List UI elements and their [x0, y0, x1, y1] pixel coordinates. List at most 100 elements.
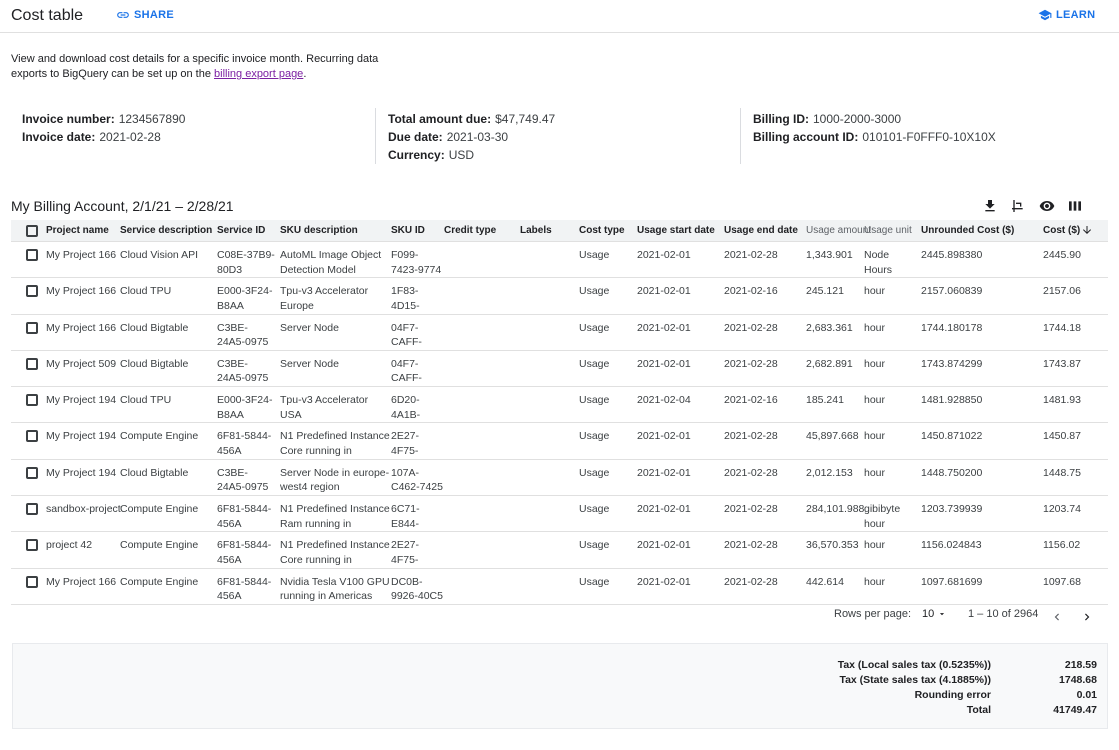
col-credit-type[interactable]: Credit type: [444, 224, 496, 239]
top-bar: Cost table SHARE LEARN: [0, 0, 1119, 33]
table-row[interactable]: sandbox-project Compute Engine 6F81-5844-4…: [11, 496, 1108, 533]
learn-button[interactable]: LEARN: [1038, 8, 1095, 22]
cell-service-id: 6F81-5844-456A: [217, 503, 272, 530]
table-row[interactable]: My Project 194 Compute Engine 6F81-5844-45…: [11, 423, 1108, 460]
cell-usage-amount: 284,101.988: [806, 503, 865, 516]
cell-usage-start-date: 2021-02-01: [637, 466, 691, 479]
cell-project-name: My Project 166: [46, 285, 117, 298]
cell-usage-unit: hour: [864, 394, 886, 407]
previous-page-icon[interactable]: [1050, 610, 1064, 624]
col-usage-amount[interactable]: Usage amount: [806, 224, 871, 239]
columns-icon[interactable]: [1067, 198, 1083, 214]
share-label: SHARE: [134, 9, 175, 21]
tax-state-label: Tax (State sales tax (4.1885%)): [839, 674, 991, 686]
cell-cost: 2445.90: [1043, 249, 1081, 261]
row-checkbox[interactable]: [26, 321, 38, 334]
cell-usage-unit: hour: [864, 466, 886, 479]
col-usage-end-date[interactable]: Usage end date: [724, 224, 798, 239]
cell-unrounded-cost: 1156.024843: [921, 539, 982, 552]
rows-per-page-select[interactable]: 10: [922, 608, 947, 620]
cell-cost: 1448.75: [1043, 466, 1081, 479]
pagination-range: 1 – 10 of 2964: [968, 608, 1039, 620]
col-sku-description[interactable]: SKU description: [280, 224, 358, 239]
table-row[interactable]: My Project 166 Compute Engine 6F81-5844-45…: [11, 569, 1108, 605]
billing-account-id-label: Billing account ID:: [753, 130, 859, 144]
row-checkbox[interactable]: [26, 394, 38, 407]
cell-cost: 1743.87: [1043, 357, 1081, 370]
amount-summary: Total amount due: $47,749.47 Due date: 202…: [388, 110, 555, 164]
cell-project-name: project 42: [46, 539, 93, 552]
select-all-checkbox[interactable]: [26, 225, 38, 237]
rounding-error-row: Rounding error 0.01: [13, 689, 1109, 704]
cell-cost-type: Usage: [579, 394, 610, 407]
cell-project-name: My Project 166: [46, 249, 117, 261]
tax-local-label: Tax (Local sales tax (0.5235%)): [837, 659, 991, 671]
cell-usage-unit: gibibyte hour: [864, 503, 901, 530]
share-button[interactable]: SHARE: [116, 8, 174, 22]
download-icon[interactable]: [982, 198, 998, 214]
totals-panel: Tax (Local sales tax (0.5235%)) 218.59 T…: [12, 643, 1108, 729]
cell-unrounded-cost: 1450.871022: [921, 430, 983, 443]
col-usage-unit[interactable]: Usage unit: [864, 224, 912, 239]
cell-usage-end-date: 2021-02-28: [724, 357, 778, 370]
currency: USD: [448, 148, 475, 162]
row-checkbox[interactable]: [26, 249, 38, 261]
cell-usage-amount: 2,683.361: [806, 321, 853, 334]
col-project-name[interactable]: Project name: [46, 224, 109, 239]
tax-state-row: Tax (State sales tax (4.1885%)) 1748.68: [13, 674, 1109, 689]
row-checkbox[interactable]: [26, 430, 38, 443]
col-service-id[interactable]: Service ID: [217, 224, 265, 239]
cell-usage-end-date: 2021-02-28: [724, 575, 778, 588]
row-checkbox[interactable]: [26, 466, 38, 479]
arrow-down-icon[interactable]: [1081, 224, 1093, 236]
col-cost-type[interactable]: Cost type: [579, 224, 625, 239]
cell-sku-id: 1F83-4D15-B86F: [391, 285, 420, 312]
visibility-icon[interactable]: [1039, 198, 1055, 214]
row-checkbox[interactable]: [26, 285, 38, 298]
cell-cost: 1744.18: [1043, 321, 1081, 334]
col-sku-id[interactable]: SKU ID: [391, 224, 425, 239]
col-usage-start-date[interactable]: Usage start date: [637, 224, 715, 239]
cell-project-name: My Project 166: [46, 575, 117, 588]
rounding-error-value: 0.01: [1076, 689, 1097, 701]
cell-cost: 2157.06: [1043, 285, 1081, 298]
cell-cost-type: Usage: [579, 466, 610, 479]
cell-sku-description: Server Node: [280, 321, 339, 334]
tax-state-value: 1748.68: [1059, 674, 1097, 686]
hierarchy-icon[interactable]: [1010, 198, 1026, 214]
cell-usage-amount: 442.614: [806, 575, 844, 588]
col-labels[interactable]: Labels: [520, 224, 552, 239]
cell-sku-description: N1 Predefined Instance Core running in A…: [280, 539, 390, 566]
cell-usage-unit: hour: [864, 357, 886, 370]
table-row[interactable]: My Project 166 Cloud TPU E000-3F24-B8AA Tpu…: [11, 278, 1108, 315]
tax-local-value: 218.59: [1064, 659, 1097, 671]
table-row[interactable]: My Project 194 Cloud Bigtable C3BE-24A5-09…: [11, 460, 1108, 497]
cell-unrounded-cost: 2445.898380: [921, 249, 983, 261]
table-row[interactable]: project 42 Compute Engine 6F81-5844-456A N1…: [11, 532, 1108, 569]
row-checkbox[interactable]: [26, 503, 38, 516]
table-row[interactable]: My Project 166 Cloud Vision API C08E-37B9-…: [11, 242, 1108, 279]
total-row: Total 41749.47: [13, 704, 1109, 719]
row-checkbox[interactable]: [26, 539, 38, 552]
cell-cost-type: Usage: [579, 285, 610, 298]
cell-project-name: My Project 509: [46, 357, 117, 370]
cell-usage-end-date: 2021-02-28: [724, 503, 778, 516]
cell-sku-id: 6C71-E844-38BC: [391, 503, 420, 530]
table-row[interactable]: My Project 166 Cloud Bigtable C3BE-24A5-09…: [11, 315, 1108, 351]
cell-service-id: 6F81-5844-456A: [217, 539, 272, 566]
cell-sku-id: 2E27-4F75-95CD: [391, 539, 420, 566]
col-unrounded-cost[interactable]: Unrounded Cost ($): [921, 224, 1014, 239]
cell-usage-unit: hour: [864, 285, 886, 298]
cell-usage-start-date: 2021-02-01: [637, 503, 691, 516]
table-row[interactable]: My Project 194 Cloud TPU E000-3F24-B8AA Tpu…: [11, 387, 1108, 424]
row-checkbox[interactable]: [26, 575, 38, 588]
next-page-icon[interactable]: [1080, 610, 1094, 624]
billing-export-link[interactable]: billing export page: [214, 68, 303, 80]
table-row[interactable]: My Project 509 Cloud Bigtable C3BE-24A5-09…: [11, 351, 1108, 388]
cell-service-id: 6F81-5844-456A: [217, 575, 272, 603]
row-checkbox[interactable]: [26, 357, 38, 370]
col-service-description[interactable]: Service description: [120, 224, 212, 239]
billing-summary: Billing ID: 1000-2000-3000 Billing accoun…: [753, 110, 996, 146]
col-cost[interactable]: Cost ($): [1043, 224, 1080, 239]
dropdown-arrow-icon: [940, 613, 945, 616]
